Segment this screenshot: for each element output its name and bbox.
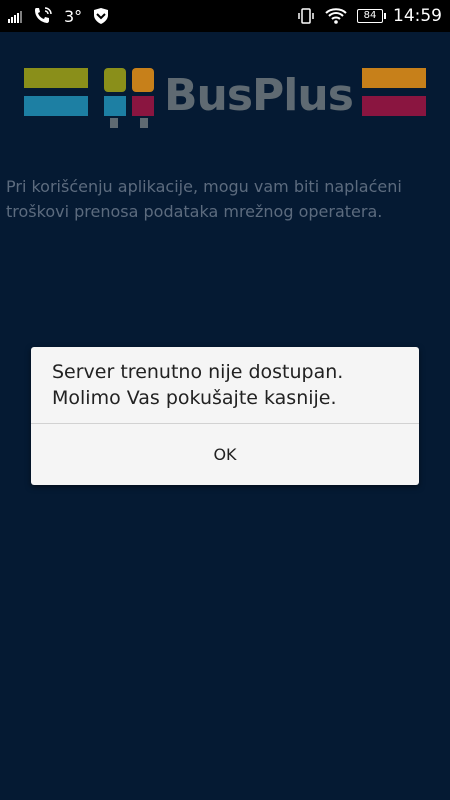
vibrate-icon [297, 7, 315, 25]
app-screen: BusPlus Pri korišćenju aplikacije, mogu … [0, 32, 450, 800]
shield-icon [92, 7, 110, 25]
status-bar: 3° 84 14:59 [0, 0, 450, 32]
error-dialog: Server trenutno nije dostupan. Molimo Va… [31, 347, 419, 485]
status-right: 84 14:59 [297, 6, 442, 26]
battery-icon: 84 [357, 9, 386, 23]
battery-level: 84 [363, 10, 377, 21]
temperature: 3° [64, 6, 83, 26]
ok-button[interactable]: OK [31, 424, 419, 485]
dialog-message: Server trenutno nije dostupan. Molimo Va… [52, 361, 344, 409]
status-left: 3° [8, 6, 110, 26]
wifi-icon [325, 7, 347, 25]
call-icon [32, 6, 54, 26]
signal-icon [8, 9, 22, 23]
clock: 14:59 [393, 6, 442, 26]
